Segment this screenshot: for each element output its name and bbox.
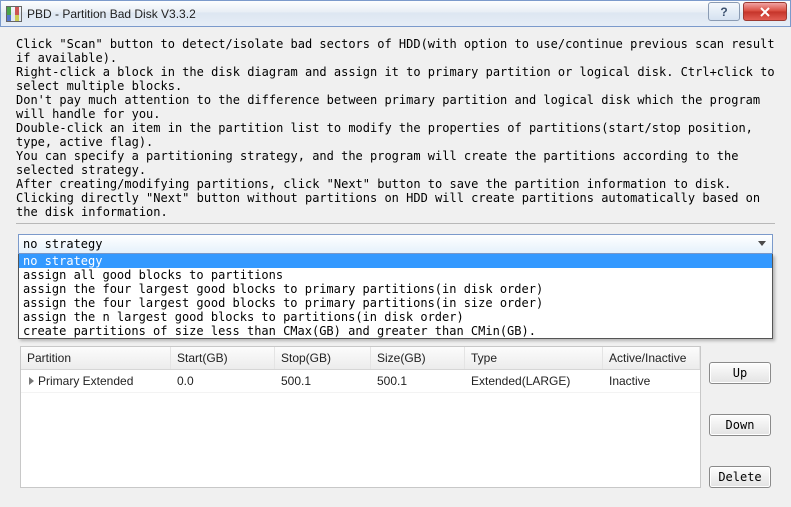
col-type[interactable]: Type — [465, 347, 603, 369]
strategy-option[interactable]: no strategy — [19, 254, 772, 268]
strategy-select[interactable]: no strategy — [18, 234, 773, 254]
strategy-option[interactable]: assign the n largest good blocks to part… — [19, 310, 772, 324]
expand-icon[interactable] — [29, 377, 34, 385]
titlebar[interactable]: PBD - Partition Bad Disk V3.3.2 ? — [0, 0, 791, 27]
up-button[interactable]: Up — [709, 362, 771, 384]
col-active[interactable]: Active/Inactive — [603, 347, 700, 369]
cell-size: 500.1 — [371, 370, 465, 392]
close-icon — [759, 7, 771, 17]
strategy-option[interactable]: assign all good blocks to partitions — [19, 268, 772, 282]
help-text: Click "Scan" button to detect/isolate ba… — [16, 37, 775, 219]
cell-active: Inactive — [603, 370, 700, 392]
app-icon — [6, 6, 22, 22]
strategy-selected-value: no strategy — [23, 237, 102, 251]
partition-table[interactable]: Partition Start(GB) Stop(GB) Size(GB) Ty… — [20, 346, 701, 488]
cell-partition: Primary Extended — [38, 374, 133, 388]
cell-stop: 500.1 — [275, 370, 371, 392]
delete-button[interactable]: Delete — [709, 466, 771, 488]
divider — [16, 223, 775, 224]
window-title: PBD - Partition Bad Disk V3.3.2 — [27, 7, 196, 21]
strategy-option[interactable]: create partitions of size less than CMax… — [19, 324, 772, 338]
help-button[interactable]: ? — [708, 2, 740, 21]
table-header: Partition Start(GB) Stop(GB) Size(GB) Ty… — [21, 347, 700, 370]
strategy-option[interactable]: assign the four largest good blocks to p… — [19, 282, 772, 296]
col-size[interactable]: Size(GB) — [371, 347, 465, 369]
cell-type: Extended(LARGE) — [465, 370, 603, 392]
col-start[interactable]: Start(GB) — [171, 347, 275, 369]
strategy-option[interactable]: assign the four largest good blocks to p… — [19, 296, 772, 310]
close-button[interactable] — [743, 2, 787, 21]
down-button[interactable]: Down — [709, 414, 771, 436]
cell-start: 0.0 — [171, 370, 275, 392]
chevron-down-icon — [758, 241, 766, 246]
strategy-dropdown[interactable]: no strategy assign all good blocks to pa… — [18, 254, 773, 339]
table-row[interactable]: Primary Extended 0.0 500.1 500.1 Extende… — [21, 370, 700, 393]
col-stop[interactable]: Stop(GB) — [275, 347, 371, 369]
col-partition[interactable]: Partition — [21, 347, 171, 369]
